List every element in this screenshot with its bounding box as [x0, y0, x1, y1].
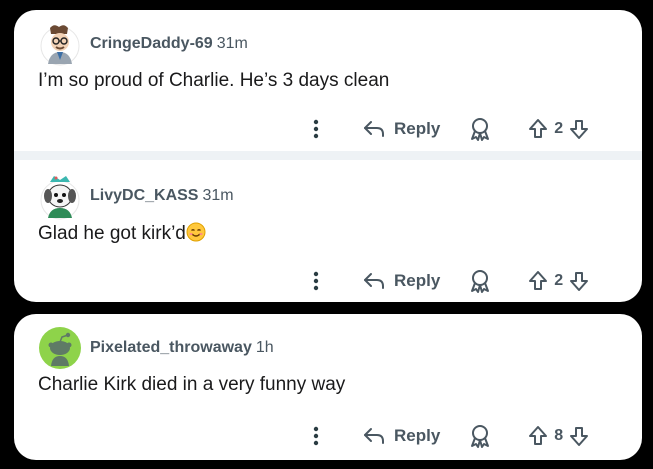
white-dog-avatar-icon[interactable]: [38, 174, 82, 220]
comment-text: Charlie Kirk died in a very funny way: [38, 374, 346, 395]
comment-action-bar: Reply 2: [304, 114, 589, 144]
comment-timestamp: 31m: [202, 187, 234, 204]
comment-timestamp: 1h: [255, 339, 274, 356]
comment-text: Glad he got kirk’d: [38, 223, 186, 244]
upvote-icon[interactable]: [528, 425, 548, 447]
reply-arrow-icon: [364, 428, 384, 444]
reply-label[interactable]: Reply: [394, 426, 440, 446]
downvote-icon[interactable]: [569, 118, 589, 140]
vote-count: 2: [554, 272, 564, 289]
comment-card-top: CringeDaddy-69 31m I’m so proud of Charli…: [14, 10, 642, 302]
comment-body: Glad he got kirk’d: [38, 222, 206, 245]
username[interactable]: Pixelated_throwaway: [90, 339, 252, 356]
award-button[interactable]: [468, 116, 492, 142]
upvote-icon[interactable]: [528, 118, 548, 140]
reply-arrow-icon: [364, 273, 384, 289]
username[interactable]: LivyDC_KASS: [90, 187, 198, 204]
downvote-icon[interactable]: [569, 425, 589, 447]
comment-text: I’m so proud of Charlie. He’s 3 days cle…: [38, 70, 390, 91]
reply-label[interactable]: Reply: [394, 271, 440, 291]
vote-controls: 8: [528, 425, 589, 447]
vote-count: 8: [554, 427, 564, 444]
username[interactable]: CringeDaddy-69: [90, 35, 213, 52]
reply-button[interactable]: Reply: [362, 271, 440, 291]
award-icon: [471, 425, 490, 448]
man-with-glasses-avatar-icon[interactable]: [38, 22, 82, 66]
more-options-button[interactable]: [304, 117, 328, 141]
vote-count: 2: [554, 120, 564, 137]
reply-button[interactable]: Reply: [362, 119, 440, 139]
smiling-face-icon: [186, 222, 206, 242]
reply-label[interactable]: Reply: [394, 119, 440, 139]
comment-action-bar: Reply 8: [304, 421, 589, 451]
award-button[interactable]: [468, 423, 492, 449]
comment-action-bar: Reply 2: [304, 266, 589, 296]
comment-item: LivyDC_KASS 31m Glad he got kirk’d Reply…: [14, 162, 642, 302]
comment-author[interactable]: CringeDaddy-69 31m: [90, 35, 248, 53]
comment-author[interactable]: LivyDC_KASS 31m: [90, 187, 234, 205]
comment-divider: [14, 151, 642, 160]
award-icon: [471, 270, 490, 293]
reply-arrow-icon: [364, 121, 384, 137]
comment-timestamp: 31m: [216, 35, 248, 52]
comment-author[interactable]: Pixelated_throwaway 1h: [90, 339, 274, 357]
more-options-button[interactable]: [304, 269, 328, 293]
vertical-dots-icon: [313, 119, 319, 139]
comment-item: Pixelated_throwaway 1h Charlie Kirk died …: [14, 314, 642, 454]
upvote-icon[interactable]: [528, 270, 548, 292]
snoo-green-avatar-icon[interactable]: [38, 326, 82, 370]
vote-controls: 2: [528, 118, 589, 140]
award-button[interactable]: [468, 268, 492, 294]
comment-item: CringeDaddy-69 31m I’m so proud of Charli…: [14, 10, 642, 150]
downvote-icon[interactable]: [569, 270, 589, 292]
vertical-dots-icon: [313, 426, 319, 446]
vertical-dots-icon: [313, 271, 319, 291]
vote-controls: 2: [528, 270, 589, 292]
reply-button[interactable]: Reply: [362, 426, 440, 446]
comment-card-bottom: Pixelated_throwaway 1h Charlie Kirk died …: [14, 314, 642, 460]
more-options-button[interactable]: [304, 424, 328, 448]
award-icon: [471, 118, 490, 141]
